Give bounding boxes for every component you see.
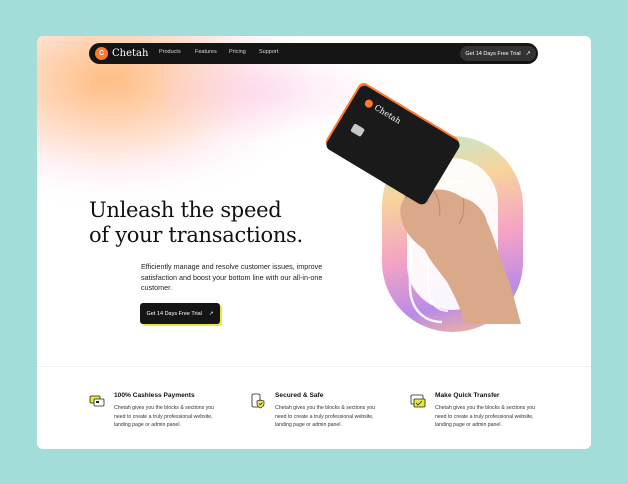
feature-description: Chetah gives you the blocks & sections y…: [114, 405, 215, 429]
nav-link-support[interactable]: Support: [259, 49, 278, 55]
brand-logo-icon: C: [95, 47, 108, 60]
feature-description: Chetah gives you the blocks & sections y…: [435, 405, 536, 429]
card-logo-icon: [363, 97, 375, 109]
nav-free-trial-button[interactable]: Get 14 Days Free Trial ↗: [460, 46, 536, 61]
feature-title: 100% Cashless Payments: [114, 392, 195, 399]
quick-transfer-icon: [410, 394, 426, 408]
feature-description: Chetah gives you the blocks & sections y…: [275, 405, 376, 429]
section-divider: [37, 366, 591, 367]
secure-shield-icon: [251, 393, 265, 409]
brand-logo[interactable]: C Chetah: [95, 47, 148, 60]
hero-free-trial-label: Get 14 Days Free Trial: [146, 310, 202, 317]
nav-link-pricing[interactable]: Pricing: [229, 49, 246, 55]
feature-title: Secured & Safe: [275, 392, 324, 399]
cashless-payment-icon: [89, 395, 105, 407]
arrow-up-right-icon: ↗: [208, 310, 214, 317]
hero-subtitle: Efficiently manage and resolve customer …: [141, 262, 323, 292]
card-chip-icon: [350, 123, 366, 138]
nav-free-trial-label: Get 14 Days Free Trial: [465, 50, 521, 57]
top-navigation-bar: C Chetah Products Features Pricing Suppo…: [89, 43, 538, 64]
brand-name: Chetah: [112, 48, 149, 59]
card-brand-name: Chetah: [372, 102, 403, 126]
nav-link-products[interactable]: Products: [159, 49, 181, 55]
card-brand-logo: Chetah: [363, 97, 403, 126]
hero-title-line-2: of your transactions.: [89, 223, 303, 247]
landing-page-frame: C Chetah Products Features Pricing Suppo…: [37, 36, 591, 449]
arrow-up-right-icon: ↗: [525, 51, 531, 57]
nav-link-features[interactable]: Features: [195, 49, 217, 55]
hero-free-trial-button[interactable]: Get 14 Days Free Trial ↗: [140, 303, 220, 324]
feature-title: Make Quick Transfer: [435, 392, 500, 399]
hero-title: Unleash the speed of your transactions.: [89, 198, 349, 248]
hero-title-line-1: Unleash the speed: [89, 198, 282, 222]
